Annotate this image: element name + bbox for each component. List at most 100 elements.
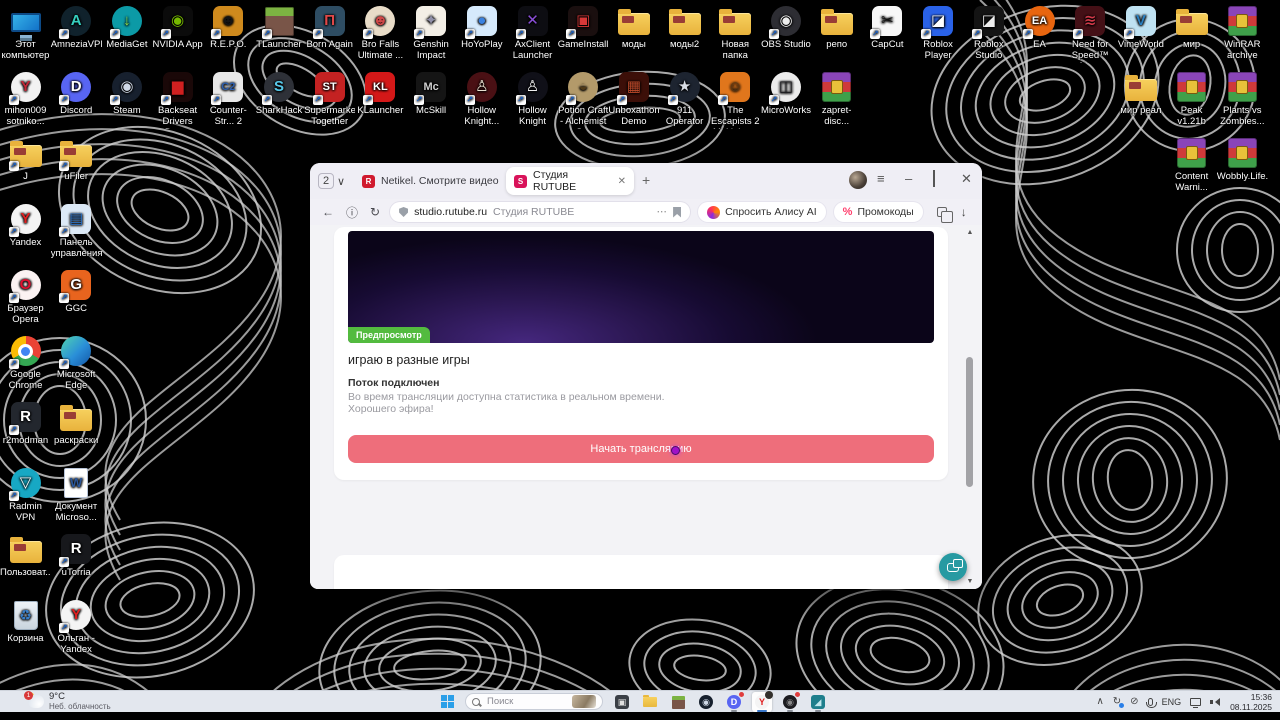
desktop-icon[interactable]: мир реал — [1115, 70, 1166, 117]
tab-active[interactable]: S Студия RUTUBE ✕ — [506, 167, 634, 195]
profile-avatar[interactable] — [849, 171, 867, 189]
camera-off-icon[interactable]: ⊘ — [1130, 697, 1138, 707]
new-tab-button[interactable]: + — [642, 173, 650, 187]
desktop-icon[interactable]: ↗ uFiler — [51, 136, 102, 183]
taskbar-app-minecraft[interactable] — [668, 692, 688, 712]
desktop-icon[interactable]: ♙ ↗ Hollow Knight... — [456, 70, 507, 128]
desktop-icon[interactable]: EA ↗ EA — [1014, 4, 1065, 51]
desktop-icon[interactable]: моды2 — [659, 4, 710, 51]
scrollbar[interactable]: ▲ ▼ — [964, 227, 976, 587]
desktop-icon[interactable]: Plants vs Zombies... — [1217, 70, 1268, 128]
taskbar-app-dark-circle-app[interactable]: ◉ — [780, 691, 801, 712]
desktop-icon[interactable]: ♻ Корзина — [0, 598, 51, 645]
desktop-icon[interactable]: ↗ Microsoft Edge — [51, 334, 102, 392]
network-icon[interactable] — [1190, 698, 1202, 708]
desktop-icon[interactable]: C2 ↗ Counter-Str... 2 — [203, 70, 254, 128]
desktop-icon[interactable]: ST ↗ Supermarket Together — [304, 70, 355, 128]
desktop-icon[interactable]: ▤ ↗ Панель управления — [51, 202, 102, 260]
language-indicator[interactable]: ENG — [1162, 697, 1182, 707]
desktop-icon[interactable]: репо — [811, 4, 862, 51]
desktop-icon[interactable]: ▆↗Backseat Drivers Demo — [152, 70, 203, 129]
desktop-icon[interactable]: O ↗ Браузер Opera — [0, 268, 51, 326]
site-info-icon[interactable]: ⓘ — [346, 204, 358, 221]
desktop-icon[interactable]: WinRAR archive — [1217, 4, 1268, 62]
desktop-icon[interactable]: ◉ ↗ Steam — [101, 70, 152, 117]
desktop-icon[interactable]: G ↗ GGC — [51, 268, 102, 315]
volume-icon[interactable] — [1210, 697, 1221, 707]
desktop-icon[interactable]: Π ↗ Born Again — [304, 4, 355, 51]
tab-close-icon[interactable]: ✕ — [618, 176, 626, 187]
taskbar-app-task-view[interactable]: ▣ — [612, 692, 632, 712]
taskbar-app-yandex-browser[interactable]: Y — [752, 691, 773, 712]
downloads-icon[interactable]: ↓ — [961, 205, 967, 219]
microphone-icon[interactable] — [1145, 698, 1157, 708]
desktop-icon[interactable]: R ↗ uTorria — [51, 532, 102, 579]
start-stream-button[interactable]: Начать трансляцию — [348, 435, 934, 463]
desktop-icon[interactable]: W Документ Microso... — [51, 466, 102, 524]
tab-counter[interactable]: 2 ∨ — [318, 171, 345, 191]
desktop-icon[interactable]: ≋↗Need for Speed™ Mo... — [1065, 4, 1116, 63]
desktop-icon[interactable]: Y ↗ Yandex — [0, 202, 51, 249]
desktop-icon[interactable]: Content Warni... — [1166, 136, 1217, 194]
desktop-icon[interactable]: Peak v1.21b — [1166, 70, 1217, 128]
desktop-icon[interactable]: Wobbly.Life... — [1217, 136, 1268, 183]
tray-chevron-icon[interactable]: ∧ — [1096, 697, 1103, 707]
desktop-icon[interactable]: Y ↗ mihon009 sotniko... — [0, 70, 51, 128]
maximize-button[interactable] — [933, 169, 935, 189]
taskbar-app-steam[interactable]: ◉ — [696, 692, 716, 712]
weather-widget[interactable]: 1 9°C Неб. облачность — [24, 691, 111, 711]
desktop-icon[interactable]: ☻ ↗ Bro Falls Ultimate ... — [355, 4, 406, 62]
taskbar-search[interactable] — [465, 693, 603, 710]
desktop-icon[interactable]: ★ ↗ 911 Operator — [659, 70, 710, 128]
desktop-icon[interactable]: ◪ ↗ Roblox Studio — [963, 4, 1014, 62]
scroll-up-icon[interactable]: ▲ — [964, 229, 976, 236]
desktop-icon[interactable]: ◉ ↗ OBS Studio — [761, 4, 812, 51]
desktop-icon[interactable]: ✂ ↗ CapCut — [862, 4, 913, 51]
desktop-icon[interactable]: раскраски — [51, 400, 102, 447]
taskbar-app-teal-app[interactable]: ◢ — [808, 692, 828, 712]
desktop-icon[interactable]: ◒↗Potion Craft - Alchemist S... — [558, 70, 609, 129]
desktop-icon[interactable]: KL ↗ KLauncher — [355, 70, 406, 117]
bookmark-icon[interactable] — [673, 206, 682, 218]
desktop-icon[interactable]: Пользоват... — [0, 532, 51, 579]
minimize-button[interactable]: – — [905, 169, 912, 189]
desktop-icon[interactable]: S ↗ SharkHack — [254, 70, 305, 117]
alice-button[interactable]: Спросить Алису AI — [698, 202, 826, 222]
scroll-down-icon[interactable]: ▼ — [964, 578, 976, 585]
update-icon[interactable]: ↻ — [1113, 697, 1125, 708]
reload-button[interactable]: ↻ — [370, 205, 380, 219]
scrollbar-thumb[interactable] — [966, 357, 973, 487]
desktop-icon[interactable]: ↓ ↗ MediaGet — [101, 4, 152, 51]
extension-icon[interactable] — [936, 207, 953, 223]
taskbar-app-file-explorer[interactable] — [640, 692, 660, 712]
desktop-icon[interactable]: Y ↗ Ольган - Yandex — [51, 598, 102, 656]
desktop-icon[interactable]: ● ↗ HoYoPlay — [456, 4, 507, 51]
desktop-icon[interactable]: ↗ TLauncher — [254, 4, 305, 51]
promo-button[interactable]: % Промокоды — [833, 202, 923, 222]
clock[interactable]: 15:36 08.11.2025 — [1230, 692, 1272, 712]
desktop-icon[interactable]: ◫ ↗ MicroWorks — [761, 70, 812, 117]
desktop-icon[interactable]: Этот компьютер — [0, 4, 51, 62]
desktop-icon[interactable]: ▣↗GameInstall... — [558, 4, 609, 51]
search-input[interactable] — [485, 695, 557, 708]
more-icon[interactable]: ⋯ — [657, 206, 668, 218]
desktop-icon[interactable]: A ↗ AmneziaVPN — [51, 4, 102, 51]
tab-inactive[interactable]: R Netikel. Смотрите видео — [362, 169, 512, 193]
desktop-icon[interactable]: ✕ ↗ AxClient Launcher — [507, 4, 558, 62]
chat-fab-button[interactable] — [939, 553, 967, 581]
desktop-icon[interactable]: ↗ J — [0, 136, 51, 183]
desktop-icon[interactable]: V ↗ VimeWorld — [1115, 4, 1166, 51]
desktop-icon[interactable]: Новая папка — [710, 4, 761, 62]
desktop-icon[interactable]: ◪ ↗ Roblox Player — [913, 4, 964, 62]
back-button[interactable]: ← — [322, 205, 334, 219]
desktop-icon[interactable]: ☺↗The Escapists 2 Multiplay... — [710, 70, 761, 129]
desktop-icon[interactable]: ▽ ↗ Radmin VPN — [0, 466, 51, 524]
desktop-icon[interactable]: ▦ ↗ Unboxathon Demo — [608, 70, 659, 128]
desktop-icon[interactable]: моды — [608, 4, 659, 51]
desktop-icon[interactable]: мир — [1166, 4, 1217, 51]
desktop-icon[interactable]: zapret-disc... — [811, 70, 862, 128]
desktop-icon[interactable]: D ↗ Discord — [51, 70, 102, 117]
taskbar-app-discord[interactable]: D — [724, 691, 745, 712]
browser-menu-icon[interactable]: ≡ — [877, 169, 885, 189]
desktop-icon[interactable]: ◉ ↗ NVIDIA App — [152, 4, 203, 51]
